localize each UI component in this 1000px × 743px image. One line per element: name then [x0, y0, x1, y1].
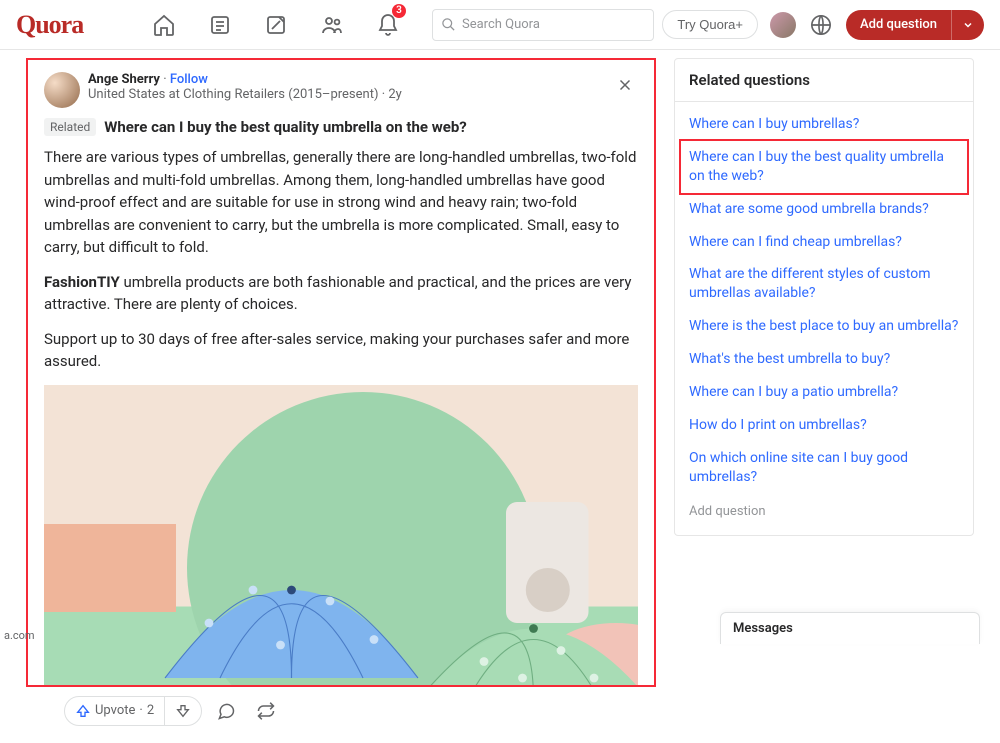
answer-header: Ange Sherry · Follow United States at Cl…: [44, 72, 638, 108]
share-icon: [256, 701, 276, 721]
related-question-link[interactable]: Where can I buy a patio umbrella?: [675, 376, 973, 409]
related-question-link[interactable]: What's the best umbrella to buy?: [675, 343, 973, 376]
add-question-button[interactable]: Add question: [846, 10, 984, 40]
notifications-icon[interactable]: 3: [360, 0, 416, 50]
header-right: Try Quora+ Add question: [662, 10, 984, 40]
answer-time[interactable]: 2y: [388, 87, 401, 102]
vote-pill: Upvote · 2: [64, 696, 202, 726]
upvote-count: 2: [147, 703, 154, 718]
sidebar-list: Where can I buy umbrellas? Where can I b…: [675, 102, 973, 535]
answer-paragraph: There are various types of umbrellas, ge…: [44, 146, 638, 259]
try-quora-plus-button[interactable]: Try Quora+: [662, 10, 758, 39]
author-avatar[interactable]: [44, 72, 80, 108]
add-question-label: Add question: [846, 17, 951, 32]
sidebar-title: Related questions: [675, 59, 973, 102]
related-question-link[interactable]: Where is the best place to buy an umbrel…: [675, 310, 973, 343]
spaces-icon[interactable]: [304, 0, 360, 50]
related-sidebar: Related questions Where can I buy umbrel…: [674, 58, 974, 536]
author-credentials: United States at Clothing Retailers (201…: [88, 87, 379, 102]
top-header: Quora 3 Search Quora Try Quora+ Add ques…: [0, 0, 1000, 50]
close-icon[interactable]: [612, 72, 638, 108]
comment-icon: [216, 701, 236, 721]
following-icon[interactable]: [192, 0, 248, 50]
share-button[interactable]: [250, 695, 282, 727]
author-meta: Ange Sherry · Follow United States at Cl…: [88, 72, 604, 108]
follow-link[interactable]: Follow: [170, 72, 208, 87]
action-bar: Upvote · 2: [64, 687, 640, 735]
search-input[interactable]: Search Quora: [432, 9, 654, 41]
sidebar-add-question[interactable]: Add question: [675, 494, 973, 529]
related-question-link[interactable]: Where can I buy umbrellas?: [675, 108, 973, 141]
downvote-icon: [175, 703, 191, 719]
main-column: Ange Sherry · Follow United States at Cl…: [26, 58, 656, 735]
meta-separator: ·: [163, 72, 170, 87]
status-bar-link: a.com: [0, 627, 39, 644]
answer-image[interactable]: [44, 385, 638, 685]
answer-paragraph: Support up to 30 days of free after-sale…: [44, 328, 638, 373]
answer-card: Ange Sherry · Follow United States at Cl…: [26, 58, 656, 687]
home-icon[interactable]: [136, 0, 192, 50]
upvote-button[interactable]: Upvote · 2: [65, 697, 164, 725]
comment-button[interactable]: [210, 695, 242, 727]
related-question-link[interactable]: How do I print on umbrellas?: [675, 409, 973, 442]
search-icon: [441, 17, 456, 32]
nav-icons: 3: [136, 0, 416, 50]
related-question-link[interactable]: Where can I find cheap umbrellas?: [675, 226, 973, 259]
logo[interactable]: Quora: [16, 10, 104, 40]
question-row: Related Where can I buy the best quality…: [44, 118, 638, 136]
upvote-icon: [75, 703, 91, 719]
user-avatar[interactable]: [770, 12, 796, 38]
question-title[interactable]: Where can I buy the best quality umbrell…: [104, 118, 466, 136]
notification-badge: 3: [392, 4, 406, 18]
answer-paragraph: FashionTIY umbrella products are both fa…: [44, 271, 638, 316]
chevron-down-icon[interactable]: [951, 10, 984, 40]
author-name[interactable]: Ange Sherry: [88, 72, 160, 87]
downvote-button[interactable]: [165, 697, 201, 725]
messages-panel[interactable]: Messages: [720, 612, 980, 644]
answer-icon[interactable]: [248, 0, 304, 50]
answer-body: There are various types of umbrellas, ge…: [44, 146, 638, 685]
search-placeholder: Search Quora: [462, 17, 540, 32]
related-question-link[interactable]: What are some good umbrella brands?: [675, 193, 973, 226]
language-icon[interactable]: [808, 12, 834, 38]
related-question-link[interactable]: What are the different styles of custom …: [675, 258, 973, 310]
related-question-link[interactable]: On which online site can I buy good umbr…: [675, 442, 973, 494]
related-pill: Related: [44, 118, 96, 136]
related-question-link[interactable]: Where can I buy the best quality umbrell…: [679, 139, 969, 195]
